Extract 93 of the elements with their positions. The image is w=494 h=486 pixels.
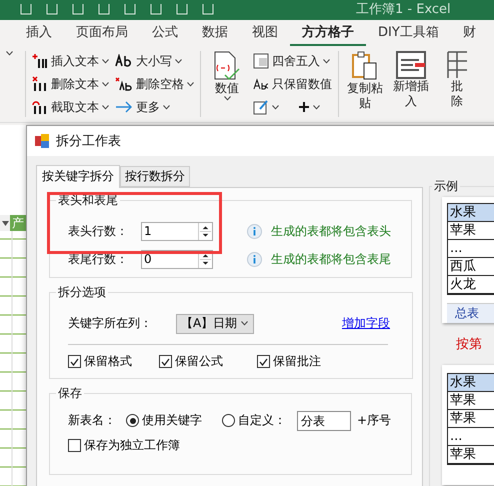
example-caption: 按第	[456, 336, 483, 353]
caret-icon	[272, 104, 279, 110]
document-check-icon	[213, 51, 241, 81]
clipboard-icon	[351, 51, 379, 81]
table-cell: 火龙	[448, 276, 494, 294]
table-cell: 水果	[448, 204, 494, 222]
field-label: 表头行数：	[68, 222, 129, 240]
dialog-tab[interactable]: 按行数拆分	[120, 166, 190, 187]
ribbon-button[interactable]: 删除文本	[32, 74, 109, 94]
grid-icon	[447, 51, 467, 79]
caret-icon	[102, 104, 109, 110]
table-cell: 苹果	[448, 410, 494, 428]
insert-row-icon	[396, 51, 426, 79]
table-cell: 西瓜	[448, 258, 494, 276]
checkbox[interactable]	[68, 439, 81, 452]
ribbon-button[interactable]: 四舍五入	[253, 51, 332, 71]
radio-label: 使用关键字	[142, 412, 202, 429]
insert-text-icon	[32, 53, 48, 69]
ribbon-button[interactable]: 复制粘 贴	[345, 51, 385, 117]
column-dropdown[interactable]: 【A】日期	[176, 314, 254, 334]
group-title: 示例	[433, 178, 459, 195]
ribbon-tab[interactable]: 插入	[14, 19, 64, 46]
checkbox-label: 保留批注	[273, 353, 321, 370]
checkbox[interactable]	[257, 355, 270, 368]
ribbon-tab[interactable]: 页面布局	[64, 19, 140, 46]
group-title: 保存	[57, 385, 83, 402]
caret-icon	[102, 58, 109, 64]
sheet-tab[interactable]: 总表	[447, 303, 494, 323]
ribbon-button[interactable]: 批 除	[437, 51, 477, 117]
number-button[interactable]: 数值	[207, 51, 247, 117]
table-cell: 苹果	[448, 222, 494, 240]
hint-text: 生成的表都将包含表头	[271, 222, 391, 240]
field-label: 关键字所在列：	[68, 315, 152, 332]
checkbox[interactable]	[68, 355, 81, 368]
caret-icon	[163, 104, 170, 110]
ribbon-tab[interactable]: 方方格子	[290, 19, 366, 46]
hint-text: 生成的表都将包含表尾	[271, 250, 391, 268]
radio-button[interactable]	[126, 414, 139, 427]
check-icon	[70, 358, 79, 366]
suffix-label: +序号	[357, 412, 392, 429]
ribbon-button[interactable]: 插入文本	[32, 51, 109, 71]
cut-text-icon	[32, 99, 48, 115]
table-cell: 苹果	[448, 446, 494, 464]
app-icon	[35, 134, 49, 148]
case-icon	[115, 54, 133, 68]
plus-icon[interactable]	[298, 101, 310, 113]
ribbon-tab[interactable]: 视图	[240, 19, 290, 46]
radio-label: 自定义：	[238, 412, 286, 429]
caret-icon	[224, 96, 230, 101]
edit-table-icon[interactable]	[253, 99, 269, 115]
field-label: 新表名：	[68, 412, 117, 429]
caret-icon	[187, 82, 194, 86]
checkbox-label: 保留公式	[175, 353, 223, 370]
table-icon	[253, 53, 269, 69]
delete-space-icon	[115, 77, 133, 91]
info-icon	[247, 252, 262, 266]
ribbon-button[interactable]: 新增插 入	[391, 51, 431, 117]
caret-icon	[175, 58, 182, 64]
delete-text-icon	[32, 76, 48, 92]
caret-icon	[6, 51, 13, 56]
table-cell: 苹果	[448, 392, 494, 410]
info-icon	[247, 224, 262, 238]
caret-icon	[313, 104, 320, 110]
dialog-title: 拆分工作表	[56, 133, 121, 150]
ribbon-button[interactable]: 删除空格	[115, 74, 194, 94]
check-icon	[259, 358, 268, 366]
radio-button[interactable]	[222, 414, 235, 427]
caret-icon	[323, 58, 330, 64]
arrow-right-icon	[115, 100, 133, 114]
group-title: 拆分选项	[57, 284, 107, 301]
window-title: 工作簿1 - Excel	[356, 2, 451, 18]
caret-icon	[102, 82, 109, 86]
ribbon-button[interactable]: 更多	[115, 97, 194, 117]
checkbox-label: 保留格式	[84, 353, 132, 370]
ribbon-button[interactable]: 只保留数值	[253, 74, 332, 94]
add-field-link[interactable]: 增加字段	[342, 315, 390, 332]
ribbon-button[interactable]: 大小写	[115, 51, 194, 71]
ribbon-tab[interactable]: 公式	[140, 19, 190, 46]
ribbon-tab[interactable]: 财	[450, 19, 488, 46]
caret-icon	[241, 321, 248, 326]
dropdown-arrow-icon[interactable]	[2, 220, 8, 226]
text-abc-icon	[253, 78, 269, 90]
ribbon-button[interactable]: 截取文本	[32, 97, 109, 117]
spin-arrows-icon[interactable]	[198, 222, 212, 240]
table-cell: 水果	[448, 374, 494, 392]
checkbox[interactable]	[159, 355, 172, 368]
checkbox-label: 保存为独立工作簿	[84, 437, 180, 454]
number-spinner[interactable]: 1	[141, 222, 213, 240]
name-input-field[interactable]: 分表	[297, 410, 351, 430]
check-icon	[161, 358, 170, 366]
ribbon-tab[interactable]: 数据	[190, 19, 240, 46]
dialog-tab[interactable]: 按关键字拆分	[36, 165, 120, 188]
ribbon-tab[interactable]: DIY工具箱	[366, 19, 451, 46]
